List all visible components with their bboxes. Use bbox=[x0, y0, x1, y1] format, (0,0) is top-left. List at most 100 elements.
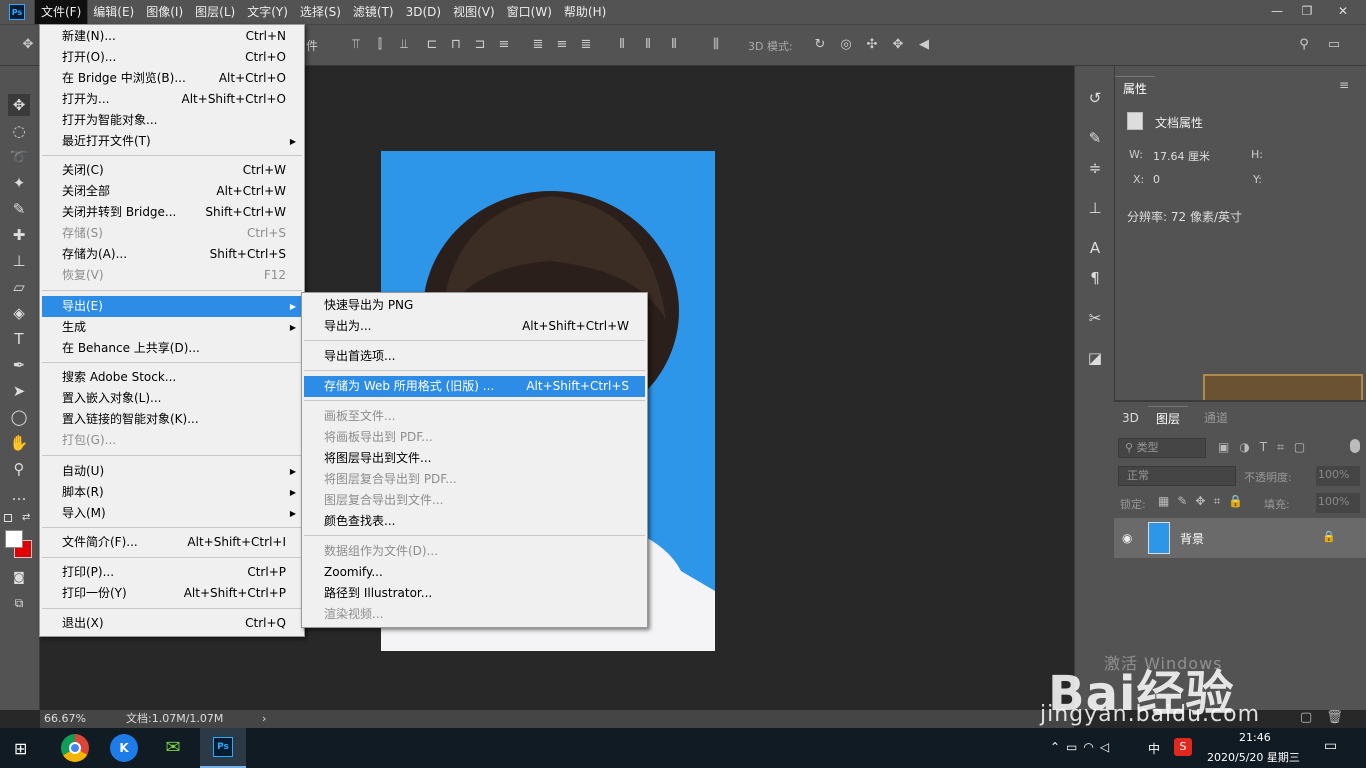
layer-filter-select[interactable]: ⚲ 类型 bbox=[1118, 438, 1206, 458]
distribute-left-icon[interactable]: ⫴ bbox=[614, 37, 630, 53]
menu-image[interactable]: 图像(I) bbox=[140, 0, 189, 24]
stamp-tool-icon[interactable]: ⊥ bbox=[8, 250, 30, 272]
submenu-item-zoomify[interactable]: Zoomify... bbox=[304, 562, 645, 583]
menu-view[interactable]: 视图(V) bbox=[447, 0, 501, 24]
align-bottom-icon[interactable]: ⫫ bbox=[396, 37, 412, 53]
distribute-hcenter-icon[interactable]: ⫴ bbox=[640, 37, 656, 53]
menu-item-place-linked[interactable]: 置入链接的智能对象(K)... bbox=[42, 409, 302, 430]
menu-3d[interactable]: 3D(D) bbox=[400, 0, 447, 24]
submenu-item-quick-export-png[interactable]: 快速导出为 PNG bbox=[304, 295, 645, 316]
3d-roll-icon[interactable]: ◎ bbox=[838, 37, 854, 53]
menu-item-save[interactable]: 存储(S) Ctrl+S bbox=[42, 223, 302, 244]
menu-item-close[interactable]: 关闭(C) Ctrl+W bbox=[42, 160, 302, 181]
tab-layers[interactable]: 图层 bbox=[1148, 406, 1189, 430]
tray-icons[interactable]: ⌃▭◠◁ bbox=[1050, 740, 1115, 754]
foreground-color-swatch[interactable] bbox=[5, 530, 23, 548]
menu-item-behance[interactable]: 在 Behance 上共享(D)... bbox=[42, 338, 302, 359]
close-icon[interactable]: ✕ bbox=[1328, 0, 1358, 24]
menu-item-package[interactable]: 打包(G)... bbox=[42, 430, 302, 451]
3d-orbit-icon[interactable]: ↻ bbox=[812, 37, 828, 53]
menu-window[interactable]: 窗口(W) bbox=[501, 0, 558, 24]
clock-date[interactable]: 2020/5/20 星期三 bbox=[1207, 749, 1300, 765]
submenu-item-artboards-to-pdf[interactable]: 将画板导出到 PDF... bbox=[304, 427, 645, 448]
menu-item-open-as[interactable]: 打开为... Alt+Shift+Ctrl+O bbox=[42, 89, 302, 110]
auto-align-icon[interactable]: ⫼ bbox=[708, 37, 724, 53]
notification-icon[interactable]: ▭ bbox=[1324, 738, 1337, 754]
menu-item-exit[interactable]: 退出(X) Ctrl+Q bbox=[42, 613, 302, 634]
submenu-item-save-for-web[interactable]: 存储为 Web 所用格式 (旧版) ... Alt+Shift+Ctrl+S bbox=[304, 376, 645, 397]
menu-file[interactable]: 文件(F) bbox=[33, 0, 89, 25]
paragraph-icon[interactable]: ¶ bbox=[1083, 266, 1107, 290]
align-hcenter-icon[interactable]: ⊓ bbox=[448, 37, 464, 53]
x-value[interactable]: 0 bbox=[1153, 173, 1160, 186]
move-tool-icon[interactable]: ✥ bbox=[20, 37, 36, 53]
menu-item-automate[interactable]: 自动(U) ▶ bbox=[42, 461, 302, 482]
submenu-item-paths-to-illustrator[interactable]: 路径到 Illustrator... bbox=[304, 583, 645, 604]
workspace-icon[interactable]: ▭ bbox=[1326, 37, 1342, 53]
menu-item-close-all[interactable]: 关闭全部 Alt+Ctrl+W bbox=[42, 181, 302, 202]
menu-item-place-embedded[interactable]: 置入嵌入对象(L)... bbox=[42, 388, 302, 409]
menu-item-scripts[interactable]: 脚本(R) ▶ bbox=[42, 482, 302, 503]
menu-type[interactable]: 文字(Y) bbox=[241, 0, 294, 24]
menu-item-close-bridge[interactable]: 关闭并转到 Bridge... Shift+Ctrl+W bbox=[42, 202, 302, 223]
minimize-icon[interactable]: — bbox=[1262, 0, 1292, 24]
clone-source-icon[interactable]: ⊥ bbox=[1083, 196, 1107, 220]
kugou-icon[interactable]: K bbox=[110, 734, 138, 762]
chrome-icon[interactable] bbox=[61, 734, 89, 762]
restore-icon[interactable]: ❐ bbox=[1292, 0, 1322, 24]
menu-edit[interactable]: 编辑(E) bbox=[87, 0, 140, 24]
swap-colors-icon[interactable]: ⇄ bbox=[22, 512, 30, 523]
screen-mode-icon[interactable]: ⧉ bbox=[8, 592, 30, 614]
type-tool-icon[interactable]: T bbox=[8, 328, 30, 350]
quick-mask-icon[interactable]: ◙ bbox=[8, 566, 30, 588]
lock-icons[interactable]: ▦✎✥⌗🔒 bbox=[1158, 494, 1251, 509]
tab-channels[interactable]: 通道 bbox=[1196, 406, 1236, 430]
submenu-item-artboards-to-files[interactable]: 画板至文件... bbox=[304, 406, 645, 427]
menu-item-adobe-stock[interactable]: 搜索 Adobe Stock... bbox=[42, 367, 302, 388]
photoshop-task[interactable]: Ps bbox=[200, 728, 246, 768]
menu-item-open-smart[interactable]: 打开为智能对象... bbox=[42, 110, 302, 131]
more-tools-icon[interactable]: … bbox=[8, 484, 30, 506]
tab-3d[interactable]: 3D bbox=[1114, 406, 1147, 430]
filter-toggle[interactable] bbox=[1350, 439, 1360, 453]
3d-pan-icon[interactable]: ✣ bbox=[864, 37, 880, 53]
menu-item-open[interactable]: 打开(O)... Ctrl+O bbox=[42, 47, 302, 68]
eraser-icon[interactable]: ▱ bbox=[8, 276, 30, 298]
3d-camera-icon[interactable]: ◀ bbox=[916, 37, 932, 53]
opacity-input[interactable]: 100% bbox=[1316, 466, 1360, 486]
menu-item-print[interactable]: 打印(P)... Ctrl+P bbox=[42, 562, 302, 583]
ellipse-tool-icon[interactable]: ◯ bbox=[8, 406, 30, 428]
distribute-vcenter-icon[interactable]: ≡ bbox=[554, 37, 570, 53]
submenu-item-render-video[interactable]: 渲染视频... bbox=[304, 604, 645, 625]
layer-row-background[interactable]: ◉ 背景 🔒 bbox=[1114, 518, 1366, 558]
menu-item-print-one[interactable]: 打印一份(Y) Alt+Shift+Ctrl+P bbox=[42, 583, 302, 604]
menu-item-new[interactable]: 新建(N)... Ctrl+N bbox=[42, 26, 302, 47]
ime-indicator[interactable]: 中 bbox=[1148, 740, 1160, 757]
brush-settings-icon[interactable]: ✎ bbox=[1083, 126, 1107, 150]
move-tool-icon[interactable]: ✥ bbox=[8, 94, 30, 116]
windows-start-icon[interactable]: ⊞ bbox=[14, 740, 32, 758]
zoom-tool-icon[interactable]: ⚲ bbox=[8, 458, 30, 480]
align-left-icon[interactable]: ⊏ bbox=[424, 37, 440, 53]
align-top-icon[interactable]: ⫪ bbox=[348, 37, 364, 53]
distribute-right-icon[interactable]: ⫴ bbox=[666, 37, 682, 53]
menu-item-revert[interactable]: 恢复(V) F12 bbox=[42, 265, 302, 286]
menu-item-export[interactable]: 导出(E) ▶ bbox=[42, 296, 302, 317]
menu-filter[interactable]: 滤镜(T) bbox=[347, 0, 400, 24]
hand-tool-icon[interactable]: ✋ bbox=[8, 432, 30, 454]
submenu-item-color-lookup[interactable]: 颜色查找表... bbox=[304, 511, 645, 532]
clock-time[interactable]: 21:46 bbox=[1239, 731, 1271, 744]
lasso-tool-icon[interactable]: ➰ bbox=[8, 146, 30, 168]
menu-item-import[interactable]: 导入(M) ▶ bbox=[42, 503, 302, 524]
distribute-top-icon[interactable]: ≣ bbox=[530, 37, 546, 53]
character-icon[interactable]: A bbox=[1083, 236, 1107, 260]
status-arrow-icon[interactable]: › bbox=[262, 710, 266, 728]
submenu-item-comps-to-pdf[interactable]: 将图层复合导出到 PDF... bbox=[304, 469, 645, 490]
submenu-item-comps-to-files[interactable]: 图层复合导出到文件... bbox=[304, 490, 645, 511]
submenu-item-data-sets[interactable]: 数据组作为文件(D)... bbox=[304, 541, 645, 562]
align-right-icon[interactable]: ⊐ bbox=[472, 37, 488, 53]
layer-actions-icons[interactable]: ▢🗑 bbox=[1300, 710, 1357, 725]
visibility-eye-icon[interactable]: ◉ bbox=[1122, 531, 1132, 545]
marquee-tool-icon[interactable]: ◌ bbox=[8, 120, 30, 142]
submenu-item-export-as[interactable]: 导出为... Alt+Shift+Ctrl+W bbox=[304, 316, 645, 337]
